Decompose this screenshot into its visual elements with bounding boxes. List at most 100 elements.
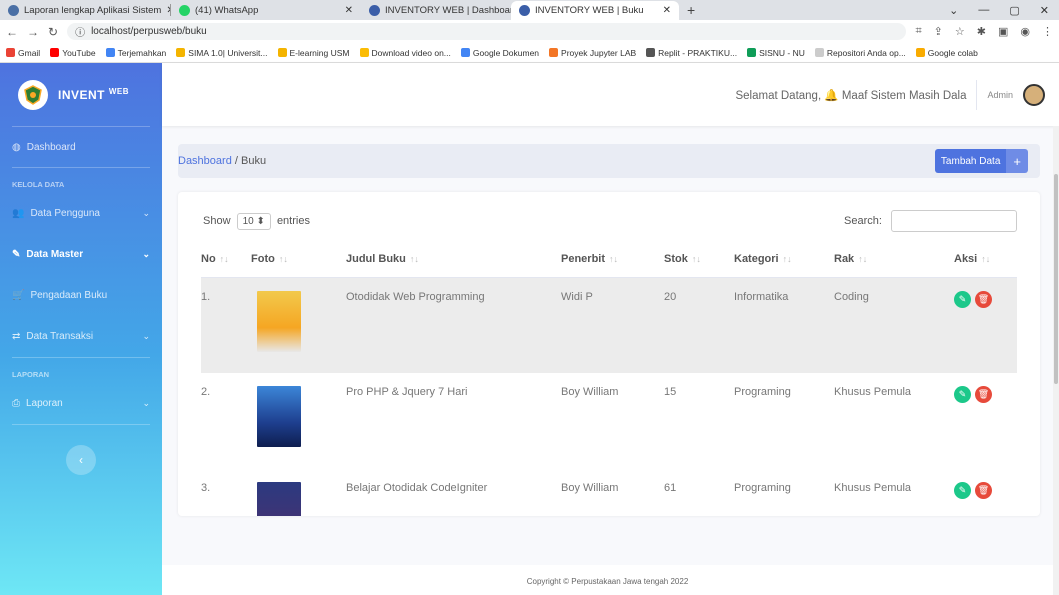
bookmark[interactable]: Download video on... [359,48,451,58]
book-cover-image [257,482,301,516]
breadcrumb-dashboard-link[interactable]: Dashboard [178,155,232,167]
close-tab-icon[interactable]: ✕ [663,5,671,16]
user-name[interactable]: Admin [987,90,1013,100]
column-header[interactable]: Judul Buku ↑↓ [346,242,561,278]
dashboard-icon: ◍ [12,141,21,153]
edit-button[interactable]: ✎ [954,386,971,403]
book-cover-image [257,290,301,352]
sidebar-item-transaksi[interactable]: ⇄ Data Transaksi ⌄ [0,316,162,357]
scrollbar[interactable] [1053,126,1059,595]
sidebar: INVENT WEB ◍ Dashboard KELOLA DATA 👥 Dat… [0,63,162,595]
browser-tab[interactable]: INVENTORY WEB | Dashboard ✕ [361,1,511,20]
section-heading: LAPORAN [12,370,50,379]
chevron-left-icon: ‹ [79,453,83,467]
forward-icon[interactable]: → [27,25,39,39]
add-data-button[interactable]: Tambah Data + [934,149,1028,173]
browser-tab-bar: Laporan lengkap Aplikasi Sistem ✕ (41) W… [0,0,1059,20]
welcome-text: Selamat Datang, 🔔 Maaf Sistem Masih Dala [735,89,967,102]
data-table-card: Show 10 ⬍ entries Search: No ↑↓ Foto ↑↓ Ju… [178,192,1040,516]
bookmark[interactable]: Gmail [6,48,40,58]
sidebar-item-pengguna[interactable]: 👥 Data Pengguna ⌄ [0,193,162,234]
bookmark[interactable]: SIMA 1.0| Universit... [176,48,268,58]
edit-button[interactable]: ✎ [954,482,971,499]
breadcrumb-current: Buku [241,155,267,167]
site-icon [8,5,19,16]
reload-icon[interactable]: ↻ [48,25,58,39]
share-icon[interactable]: ⇪ [934,25,943,38]
brand[interactable]: INVENT WEB [0,63,162,126]
whatsapp-icon [179,5,190,16]
edit-icon: ✎ [12,249,21,260]
sidepanel-icon[interactable]: ▣ [998,25,1008,38]
entries-select[interactable]: 10 ⬍ [236,212,271,230]
column-header[interactable]: No ↑↓ [201,242,251,278]
info-icon[interactable]: ⓘ [75,24,85,39]
column-header[interactable]: Stok ↑↓ [664,242,734,278]
column-header[interactable]: Aksi ↑↓ [954,242,1017,278]
footer: Copyright © Perpustakaan Jawa tengah 202… [162,565,1053,595]
site-icon [369,5,380,16]
logo-icon [18,79,48,110]
close-window-icon[interactable]: ✕ [1040,4,1049,17]
back-icon[interactable]: ← [6,25,18,39]
bookmark[interactable]: Google colab [915,48,978,58]
new-tab-icon[interactable]: + [679,2,703,18]
delete-button[interactable]: 🗑 [975,290,992,308]
search-control: Search: [844,210,1017,232]
tab-search-icon[interactable]: ⌄ [949,4,958,17]
users-icon: 👥 [12,208,25,219]
scrollbar-thumb[interactable] [1054,174,1058,384]
section-heading: KELOLA DATA [12,180,65,189]
bookmarks-bar: Gmail YouTube Terjemahkan SIMA 1.0| Univ… [0,43,1059,63]
browser-tab[interactable]: Laporan lengkap Aplikasi Sistem ✕ [0,1,170,20]
table-row: 2. Pro PHP & Jquery 7 Hari Boy William 1… [201,373,1017,469]
star-icon[interactable]: ☆ [955,25,965,38]
bookmark[interactable]: E-learning USM [277,48,350,58]
sidebar-toggle-button[interactable]: ‹ [66,445,96,475]
avatar[interactable] [1023,83,1045,106]
table-row: 1. Otodidak Web Programming Widi P 20 In… [201,277,1017,373]
browser-tab[interactable]: (41) WhatsApp ✕ [171,1,361,20]
sidebar-item-dashboard[interactable]: ◍ Dashboard [0,127,162,167]
close-tab-icon[interactable]: ✕ [345,5,353,16]
chevron-down-icon: ⌄ [142,208,150,218]
edit-button[interactable]: ✎ [954,290,971,308]
address-bar[interactable]: ⓘ localhost/perpusweb/buku [67,23,907,40]
bookmark[interactable]: Proyek Jupyter LAB [549,48,636,58]
search-input[interactable] [891,210,1017,232]
topbar: Selamat Datang, 🔔 Maaf Sistem Masih Dala… [162,63,1059,126]
cart-icon: 🛒 [12,290,25,301]
book-cover-image [257,386,301,447]
bookmark[interactable]: SISNU - NU [747,48,805,58]
site-icon [519,5,530,16]
browser-tab-active[interactable]: INVENTORY WEB | Buku ✕ [511,1,679,20]
extensions-icon[interactable]: ✱ [977,25,986,38]
chevron-down-icon: ⌄ [142,331,150,341]
print-icon: ⎙ [12,398,20,409]
chevron-down-icon: ⌄ [142,249,150,259]
delete-button[interactable]: 🗑 [975,482,992,499]
entries-control: Show 10 ⬍ entries [203,212,310,230]
bookmark[interactable]: Google Dokumen [460,48,539,58]
sidebar-item-laporan[interactable]: ⎙ Laporan ⌄ [0,383,162,424]
column-header[interactable]: Foto ↑↓ [251,242,346,278]
exchange-icon: ⇄ [12,331,21,342]
profile-icon[interactable]: ◉ [1020,25,1030,38]
bookmark[interactable]: Replit - PRAKTIKU... [646,48,737,58]
delete-button[interactable]: 🗑 [975,386,992,403]
menu-icon[interactable]: ⋮ [1042,25,1053,38]
plus-icon: + [1006,149,1028,173]
minimize-icon[interactable]: — [978,4,989,17]
sidebar-item-pengadaan[interactable]: 🛒 Pengadaan Buku [0,275,162,316]
sidebar-item-master[interactable]: ✎ Data Master ⌄ [0,234,162,275]
column-header[interactable]: Kategori ↑↓ [734,242,834,278]
column-header[interactable]: Rak ↑↓ [834,242,954,278]
column-header[interactable]: Penerbit ↑↓ [561,242,664,278]
bookmark[interactable]: Terjemahkan [105,48,166,58]
bookmark[interactable]: YouTube [50,48,96,58]
chevron-down-icon: ⌄ [142,398,150,408]
bookmark[interactable]: Repositori Anda op... [814,48,906,58]
divider [976,79,978,110]
translate-icon[interactable]: ⌗ [915,25,921,38]
maximize-icon[interactable]: ▢ [1009,4,1019,17]
